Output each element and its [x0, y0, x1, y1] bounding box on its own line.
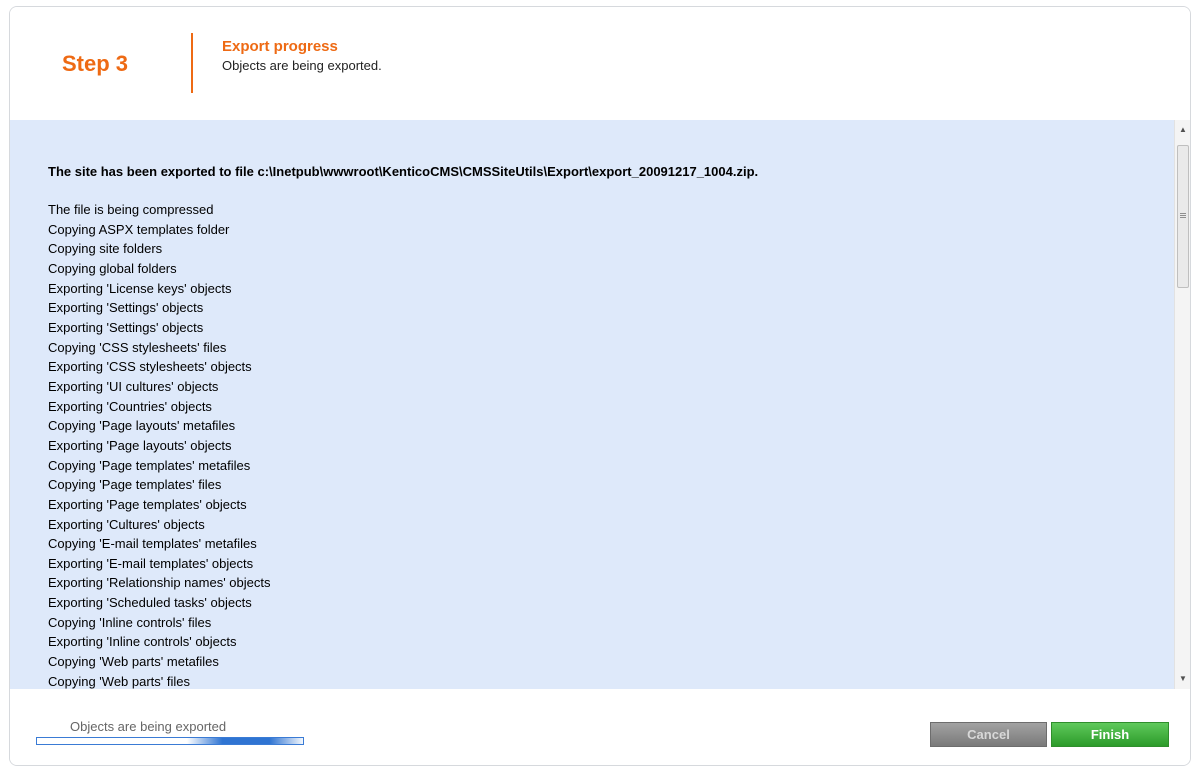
step-subtitle: Objects are being exported.	[222, 58, 382, 73]
log-lines: The file is being compressed Copying ASPX…	[48, 200, 1164, 689]
log-line: The file is being compressed	[48, 202, 214, 217]
log-line: Copying global folders	[48, 260, 177, 276]
step-title: Export progress	[222, 38, 338, 55]
progress-label: Objects are being exported	[70, 719, 227, 734]
arrow-up-icon[interactable]: ▲	[1175, 122, 1190, 138]
wizard-header: Step 3 Export progress Objects are being…	[10, 7, 1190, 120]
progress-bar	[36, 737, 304, 745]
log-line: Exporting 'Page layouts' objects	[48, 437, 232, 453]
log-line: Copying 'Page templates' files	[48, 477, 222, 493]
log-line: Exporting 'Cultures' objects	[48, 516, 205, 532]
log-line: Copying 'Page layouts' metafiles	[48, 418, 236, 434]
log-line: Copying 'Web parts' metafiles	[48, 654, 219, 670]
log-scrollbar[interactable]: ▲ ▼	[1174, 120, 1190, 689]
export-result-message: The site has been exported to file c:\In…	[48, 164, 759, 179]
log-line: Exporting 'Countries' objects	[48, 398, 212, 414]
finish-button[interactable]: Finish	[1051, 722, 1169, 747]
log-content: The site has been exported to file c:\In…	[48, 164, 1164, 689]
log-line: Exporting 'Inline controls' objects	[48, 634, 237, 650]
export-log: The site has been exported to file c:\In…	[10, 120, 1174, 689]
log-line: Copying 'Inline controls' files	[48, 614, 212, 630]
log-line: Exporting 'Scheduled tasks' objects	[48, 595, 252, 611]
step-divider	[191, 33, 193, 93]
log-line: Exporting 'Page templates' objects	[48, 496, 247, 512]
log-line: Exporting 'Settings' objects	[48, 319, 204, 335]
log-line: Exporting 'Relationship names' objects	[48, 575, 271, 591]
arrow-down-icon[interactable]: ▼	[1175, 671, 1190, 687]
log-line: Exporting 'UI cultures' objects	[48, 378, 219, 394]
log-line: Exporting 'E-mail templates' objects	[48, 555, 254, 571]
log-line: Copying 'Web parts' files	[48, 673, 191, 689]
log-line: Copying ASPX templates folder	[48, 221, 230, 237]
log-line: Exporting 'CSS stylesheets' objects	[48, 359, 252, 375]
log-line: Copying 'E-mail templates' metafiles	[48, 536, 257, 552]
log-line: Exporting 'Settings' objects	[48, 300, 204, 316]
cancel-button[interactable]: Cancel	[930, 722, 1047, 747]
log-line: Copying site folders	[48, 241, 163, 257]
log-line: Exporting 'License keys' objects	[48, 280, 232, 296]
log-line: Copying 'Page templates' metafiles	[48, 457, 251, 473]
grip-icon	[1180, 213, 1186, 214]
progress-indicator	[187, 738, 303, 744]
step-label: Step 3	[62, 51, 129, 76]
log-line: Copying 'CSS stylesheets' files	[48, 339, 227, 355]
wizard-footer: Objects are being exported Cancel Finish	[10, 689, 1190, 765]
scroll-thumb[interactable]	[1177, 145, 1189, 288]
export-wizard: Step 3 Export progress Objects are being…	[9, 6, 1191, 766]
